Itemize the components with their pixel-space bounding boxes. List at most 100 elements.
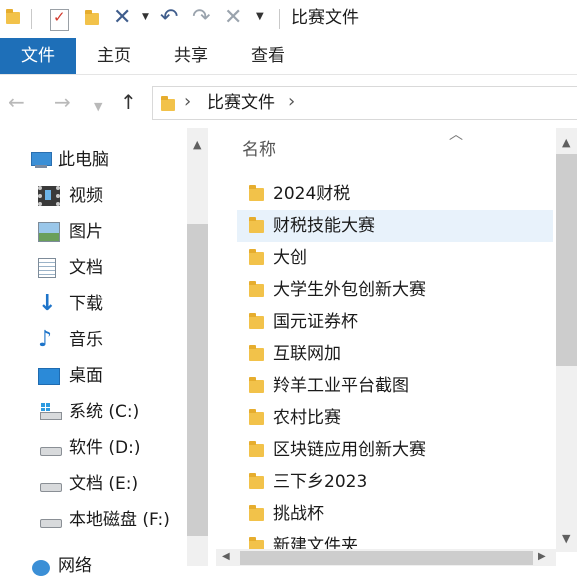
file-name: 区块链应用创新大赛 [273,440,426,460]
nav-item-downloads[interactable]: ↓ 下载 [38,288,208,320]
file-name: 2024财税 [273,184,351,204]
network-icon [30,556,52,576]
folder-icon [249,313,264,329]
folder-icon[interactable] [6,9,20,24]
nav-item-label: 软件 (D:) [69,438,141,458]
scroll-up-icon[interactable]: ▲ [193,138,201,151]
tab-share[interactable]: 共享 [163,38,219,74]
drive-icon [38,474,62,494]
undo-icon[interactable]: ↶ [160,4,178,32]
nav-item-label: 文档 (E:) [69,474,139,494]
horizontal-scrollbar-thumb[interactable] [240,551,533,565]
breadcrumb-chevron-icon[interactable]: › [184,91,191,112]
list-scrollbar-thumb[interactable] [556,154,577,366]
nav-item-pictures[interactable]: 图片 [38,216,208,248]
chevron-down-icon[interactable]: ▼ [142,12,149,22]
windows-drive-icon [38,402,62,422]
folder-icon [249,441,264,457]
nav-item-drive-d[interactable]: 软件 (D:) [38,432,208,464]
nav-item-videos[interactable]: 视频 [38,180,208,212]
breadcrumb-current[interactable]: 比赛文件 [207,92,275,114]
tab-view[interactable]: 查看 [240,38,296,74]
list-item[interactable]: 大学生外包创新大赛 [237,274,553,306]
list-item[interactable]: 互联网加 [237,338,553,370]
list-item[interactable]: 农村比赛 [237,402,553,434]
list-item[interactable]: 羚羊工业平台截图 [237,370,553,402]
forward-icon[interactable]: → [54,90,71,114]
tab-file[interactable]: 文件 [0,38,76,74]
nav-item-music[interactable]: ♪ 音乐 [38,324,208,356]
nav-item-documents[interactable]: 文档 [38,252,208,284]
file-name: 三下乡2023 [273,472,368,492]
list-item[interactable]: 新建文件夹 [237,530,553,549]
column-header-name[interactable]: 名称 [242,138,276,162]
separator [31,9,32,29]
list-item[interactable]: 大创 [237,242,553,274]
file-name: 大创 [273,248,307,268]
properties-icon[interactable]: ✓ [50,8,69,31]
scroll-left-icon[interactable]: ◀ [222,551,230,562]
nav-item-label: 图片 [69,222,103,242]
redo-icon[interactable]: ↷ [192,4,210,32]
window-title: 比赛文件 [291,8,359,28]
nav-item-label: 此电脑 [58,150,109,170]
folder-icon [249,185,264,201]
nav-item-this-pc[interactable]: 此电脑 [30,144,200,176]
list-item[interactable]: 2024财税 [237,178,553,210]
music-icon: ♪ [38,327,53,352]
video-icon [38,186,60,206]
folder-icon [161,96,175,111]
nav-item-label: 下载 [69,294,103,314]
folder-icon [249,377,264,393]
folder-icon [249,217,264,233]
folder-icon [249,345,264,361]
drive-icon [38,438,62,458]
address-bar[interactable]: › 比赛文件 › [152,86,577,120]
list-item[interactable]: 挑战杯 [237,498,553,530]
nav-item-label: 系统 (C:) [69,402,140,422]
nav-item-label: 网络 [58,556,92,576]
file-name: 羚羊工业平台截图 [273,376,409,396]
back-icon[interactable]: ← [8,90,25,114]
document-icon [38,258,56,278]
nav-item-drive-e[interactable]: 文档 (E:) [38,468,208,500]
scroll-right-icon[interactable]: ▶ [538,551,546,562]
nav-item-label: 桌面 [69,366,103,386]
file-name: 挑战杯 [273,504,324,524]
file-name: 财税技能大赛 [273,216,375,236]
picture-icon [38,222,60,242]
nav-item-drive-f[interactable]: 本地磁盘 (F:) [38,504,208,536]
file-name: 国元证券杯 [273,312,358,332]
scroll-up-icon[interactable]: ▲ [562,136,570,149]
list-item[interactable]: 三下乡2023 [237,466,553,498]
customize-toolbar-icon[interactable]: ▼ [256,11,264,22]
folder-icon [249,409,264,425]
scroll-down-icon[interactable]: ▼ [562,532,570,545]
list-item[interactable]: 区块链应用创新大赛 [237,434,553,466]
list-item[interactable]: 国元证券杯 [237,306,553,338]
nav-item-network[interactable]: 网络 [30,550,200,582]
nav-pane-scrollbar-thumb[interactable] [187,224,208,536]
breadcrumb-chevron-icon[interactable]: › [288,91,295,112]
nav-item-label: 视频 [69,186,103,206]
nav-item-desktop[interactable]: 桌面 [38,360,208,392]
nav-item-label: 文档 [69,258,103,278]
tab-home[interactable]: 主页 [86,38,142,74]
folder-icon [249,505,264,521]
desktop-icon [38,368,60,385]
delete-icon[interactable]: ✕ [113,4,131,32]
nav-item-label: 本地磁盘 (F:) [69,510,170,530]
separator [279,9,280,29]
download-icon: ↓ [38,291,57,316]
recent-locations-icon[interactable]: ▼ [94,95,102,119]
new-folder-icon[interactable] [85,10,99,25]
delete-icon[interactable]: ✕ [224,4,242,32]
up-icon[interactable]: ↑ [120,90,137,114]
nav-item-drive-c[interactable]: 系统 (C:) [38,396,208,428]
drive-icon [38,510,62,530]
title-bar: ✓ ✕ ▼ ↶ ↷ ✕ ▼ 比赛文件 [0,0,577,38]
folder-icon [249,537,264,549]
list-item-selected[interactable]: 财税技能大赛 [237,210,553,242]
folder-icon [249,249,264,265]
file-name: 新建文件夹 [273,536,358,549]
